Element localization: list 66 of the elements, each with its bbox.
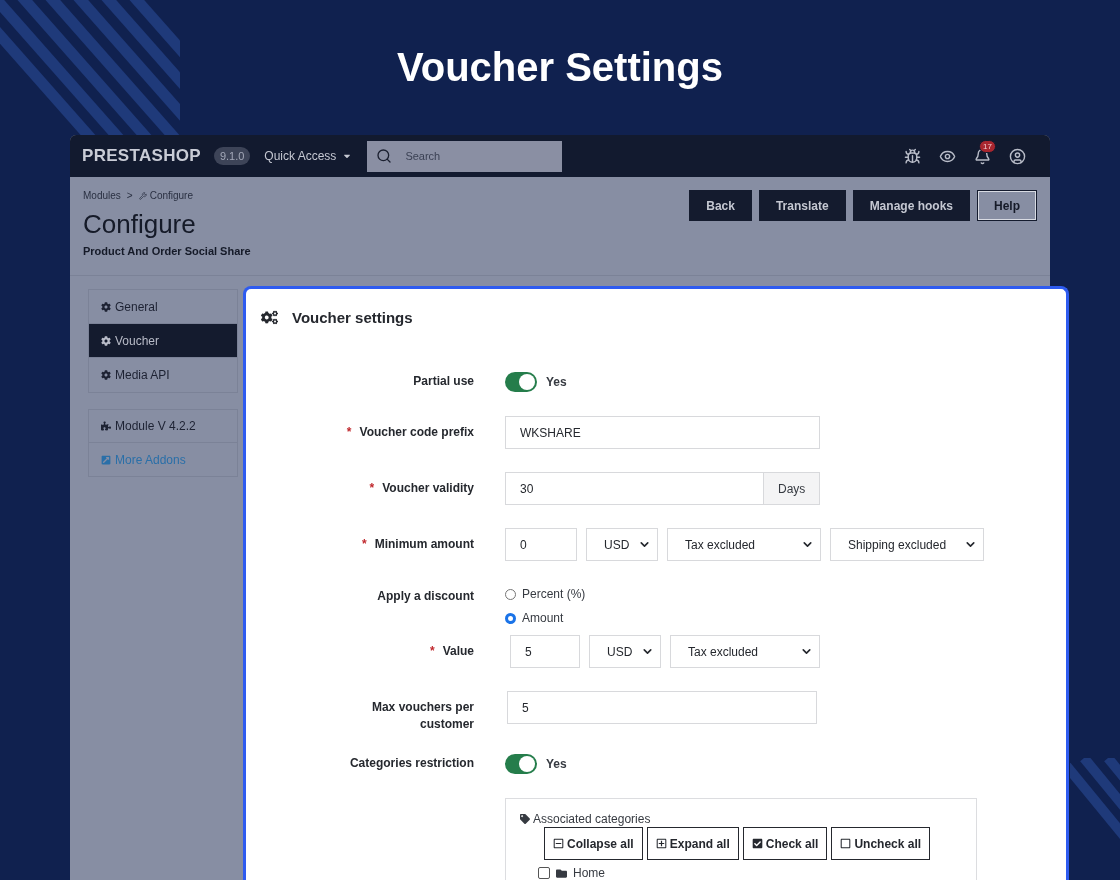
tree-action-button[interactable]: Collapse all [544,827,643,860]
tree-action-button[interactable]: Check all [742,827,828,860]
version-badge: 9.1.0 [213,147,251,165]
radio-option[interactable]: Amount [505,611,1066,625]
search-field[interactable]: Search [367,140,563,172]
header-button[interactable]: Manage hooks [852,190,970,221]
text-field[interactable]: 5 [507,691,817,724]
page-title: Configure [83,209,197,240]
categories-title: Associated categories [533,812,651,826]
required-mark: * [369,481,375,495]
header-button[interactable]: Help [977,190,1037,221]
select-field[interactable]: USD [586,528,658,561]
select-field[interactable]: Tax excluded [670,635,820,668]
gear-icon [101,301,111,312]
tag-icon [520,814,530,824]
toggle-label: Yes [546,756,567,771]
module-version-link[interactable]: Module V 4.2.2 [89,410,237,443]
text-field[interactable]: 30 [505,472,764,505]
external-link-icon [101,454,111,465]
field-label: Voucher code prefix [359,425,474,439]
required-mark: * [362,537,367,551]
page-heading: Voucher Settings [397,44,723,90]
checkbox[interactable] [538,867,550,879]
logo[interactable]: PRESTASHOP [82,146,201,166]
field-label: Partial use [413,374,474,388]
text-field[interactable]: 5 [510,635,580,668]
quick-access-menu[interactable]: Quick Access [264,149,353,163]
select-field[interactable]: Shipping excluded [830,528,984,561]
required-mark: * [346,425,352,439]
field-label: Max vouchers per customer [371,700,474,731]
field-label: Minimum amount [374,537,474,551]
tree-action-button[interactable]: Uncheck all [831,827,931,860]
user-icon[interactable] [1009,147,1026,165]
breadcrumb-link[interactable]: Configure [138,190,193,201]
sidebar-tab[interactable]: Voucher [89,324,237,358]
radio-option[interactable]: Percent (%) [505,587,1066,601]
toggle-switch[interactable] [505,371,537,392]
tree-action-button[interactable]: Expand all [646,827,739,860]
gear-icon [101,335,111,346]
breadcrumb-link[interactable]: Modules [83,190,121,201]
required-mark: * [429,644,435,658]
bell-icon[interactable] [974,147,991,165]
breadcrumb-separator: > [126,190,133,201]
select-field[interactable]: Tax excluded [667,528,821,561]
toggle-switch[interactable] [505,753,537,774]
field-label: Value [442,644,474,658]
wrench-icon [138,191,147,200]
panel-title: Voucher settings [292,308,413,326]
field-label: Apply a discount [377,589,474,603]
toggle-label: Yes [546,374,567,389]
tree-item[interactable]: Home [573,866,605,880]
text-field[interactable]: 0 [505,528,577,561]
folder-icon [556,867,567,879]
gears-icon [261,308,278,326]
bug-icon[interactable] [904,147,921,165]
puzzle-icon [101,421,111,431]
select-field[interactable]: USD [589,635,661,668]
input-addon: Days [764,472,821,505]
field-label: Voucher validity [382,481,474,495]
header-button[interactable]: Back [689,190,752,221]
page-subtitle: Product And Order Social Share [83,245,251,257]
notification-badge: 17 [979,139,996,153]
header-button[interactable]: Translate [758,190,846,221]
text-field[interactable]: WKSHARE [505,416,820,449]
field-label: Categories restriction [349,756,474,770]
gear-icon [101,370,111,380]
